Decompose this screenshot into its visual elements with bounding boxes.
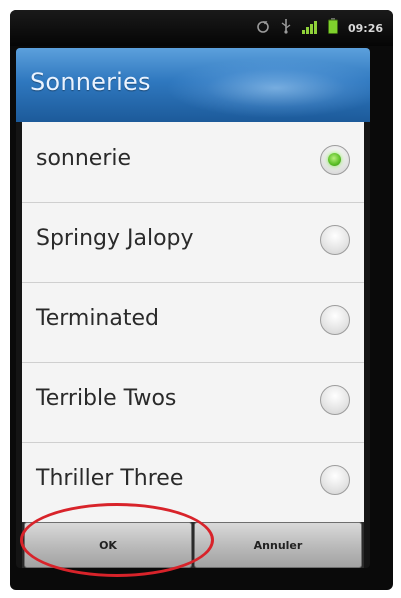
screenshot-frame: 09:26 Sonneries sonnerie Springy Jalopy … bbox=[0, 0, 401, 598]
sync-icon bbox=[256, 19, 270, 38]
ringtone-label: Terrible Twos bbox=[36, 386, 177, 411]
radio-button-selected[interactable] bbox=[320, 145, 350, 175]
red-annotation-circle bbox=[20, 503, 214, 577]
ringtone-label: Thriller Three bbox=[36, 466, 184, 491]
list-item[interactable]: Terrible Twos bbox=[22, 362, 364, 443]
radio-selected-dot bbox=[328, 153, 341, 166]
list-item[interactable]: Springy Jalopy bbox=[22, 202, 364, 283]
radio-button[interactable] bbox=[320, 385, 350, 415]
list-item[interactable]: Terminated bbox=[22, 282, 364, 363]
ringtone-dialog: Sonneries sonnerie Springy Jalopy Termin… bbox=[16, 48, 370, 568]
ringtone-list: sonnerie Springy Jalopy Terminated Terri… bbox=[22, 122, 364, 522]
battery-icon bbox=[327, 18, 338, 38]
dialog-title: Sonneries bbox=[30, 68, 151, 96]
cancel-button[interactable]: Annuler bbox=[194, 522, 362, 568]
ringtone-label: Terminated bbox=[36, 306, 159, 331]
usb-icon bbox=[280, 18, 292, 38]
radio-button[interactable] bbox=[320, 305, 350, 335]
list-item[interactable]: sonnerie bbox=[22, 122, 364, 203]
ringtone-label: Springy Jalopy bbox=[36, 226, 194, 251]
status-bar: 09:26 bbox=[10, 10, 393, 46]
header-glow bbox=[166, 58, 370, 118]
radio-button[interactable] bbox=[320, 225, 350, 255]
status-icons: 09:26 bbox=[256, 18, 383, 38]
signal-icon bbox=[301, 19, 318, 38]
ringtone-label: sonnerie bbox=[36, 146, 132, 171]
clock: 09:26 bbox=[347, 21, 383, 35]
dialog-header: Sonneries bbox=[16, 48, 370, 122]
radio-button[interactable] bbox=[320, 465, 350, 495]
